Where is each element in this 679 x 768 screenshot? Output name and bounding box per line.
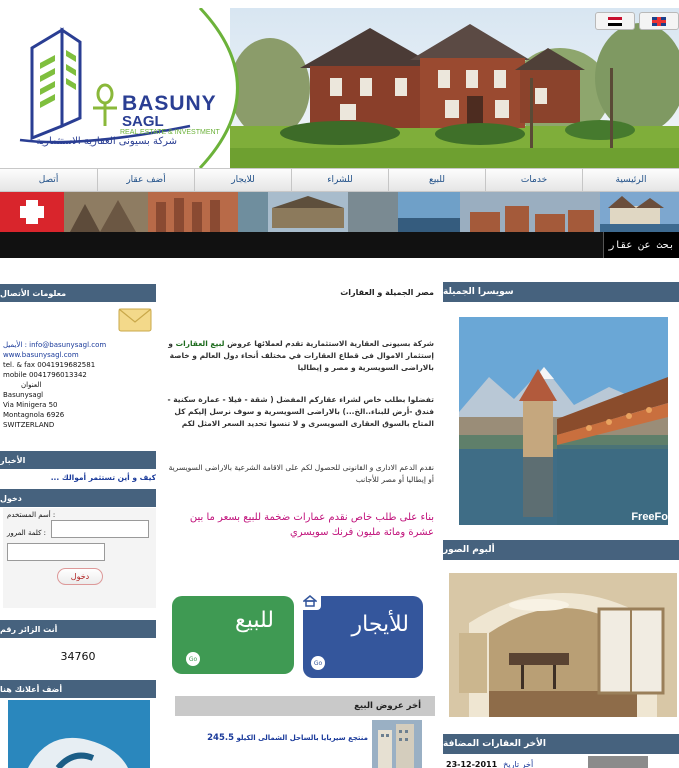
password-field[interactable] [7,543,105,561]
envelope-icon [118,306,152,332]
contact-tel-fax: tel. & fax 0041919682581 [3,361,96,369]
contact-mobile: mobile 0041796013342 [3,371,87,379]
search-property-tab[interactable]: بحث عن عقار [603,232,679,258]
nav-home[interactable]: الرئيسية [582,169,679,191]
contact-address-label: العنوان [21,381,42,389]
latest-sale-item-km: 245.5 [207,733,234,743]
rent-tile-label: للأيجار [351,612,409,637]
latest-sale-thumbnail[interactable] [372,720,422,768]
contact-address-4: SWITZERLAND [3,421,55,429]
logo-arabic: شركة بسيونى العقارية الاستثمارية [36,136,177,147]
uk-flag-icon [652,16,666,26]
logo-tagline: REAL ESTATE & INVESTMENT [120,129,220,136]
contact-info-list: الأيميل : info@basunysagl.com www.basuny… [3,340,153,430]
nav-buy[interactable]: للشراء [291,169,388,191]
logo-sub: SAGL [122,113,164,130]
photo-credit: FreeFo [631,511,668,523]
news-link[interactable]: كيف و أين تستثمر أموالك ... [30,473,156,482]
home-badge-icon [299,592,321,610]
nav-rent[interactable]: للايجار [194,169,291,191]
request-paragraph: تفضلوا بطلب خاص لشراء عقاركم المفضل ( شق… [167,395,434,428]
header-house-photo [230,8,679,168]
login-header: دخول [0,489,156,507]
album-header: ألبوم الصور [443,540,679,560]
nav-add-property[interactable]: أضف عقار [97,169,194,191]
rent-go-button[interactable]: Go [311,656,325,670]
login-button[interactable]: دخول [57,568,103,585]
nav-services[interactable]: خدمات [485,169,582,191]
latest-sale-item[interactable]: منتجع سيريايا بالساحل الشمالى الكيلو 245… [178,733,368,743]
header: BASUNY SAGL REAL ESTATE & INVESTMENT شرك… [0,8,679,168]
latest-sale-header: أخر عروض البيع [175,696,435,716]
latest-properties-header: الأخر العقارات المضافة [443,734,679,754]
main-nav: الرئيسية خدمات للبيع للشراء للايجار أضف … [0,168,679,192]
contact-address-3: Montagnola 6926 [3,411,65,419]
contact-website[interactable]: www.basunysagl.com [3,350,153,360]
latest-date: 23-12-2011 [446,760,498,768]
intro-paragraph: شركة بسيونى العقارية الاستثمارية تقدم لع… [164,338,434,374]
contact-info-header: معلومات الأتصال [0,284,156,302]
password-label: كلمة المرور : [7,529,47,537]
latest-property-date-row: 23-12-2011 أخر تاريخ [446,760,586,768]
ad-image[interactable] [8,700,150,768]
support-paragraph: نقدم الدعم الادارى و القانونى للحصول لكم… [168,463,434,484]
logo-panel[interactable]: BASUNY SAGL REAL ESTATE & INVESTMENT شرك… [0,8,268,168]
login-panel: أسم المستخدم : كلمة المرور : دخول [3,508,156,608]
latest-property-thumbnail[interactable] [588,756,648,768]
sale-go-button[interactable]: Go [186,652,200,666]
nav-sale[interactable]: للبيع [388,169,485,191]
album-photo[interactable] [449,573,677,717]
swiss-lake-photo[interactable]: FreeFo [459,317,668,525]
contact-email[interactable]: الأيميل : info@basunysagl.com [3,340,153,350]
sale-tile[interactable]: للبيع Go [172,596,294,674]
intro-text-a: شركة بسيونى العقارية الاستثمارية تقدم لع… [227,339,434,348]
latest-sale-item-text: منتجع سيريايا بالساحل الشمالى الكيلو [236,734,368,742]
visitor-header: أنت الزائر رقم [0,620,156,638]
center-title: مصر الجميلة و العقارات [340,288,434,297]
contact-address-2: Via Minigera 50 [3,401,58,409]
username-field[interactable] [51,520,149,538]
special-offer-paragraph: بناء على طلب خاص نقدم عمارات ضخمة للبيع … [189,512,434,538]
contact-address-1: Basunysagl [3,391,44,399]
english-flag-button[interactable] [639,12,679,30]
photo-strip [0,192,679,232]
nav-contact[interactable]: أتصل [0,169,97,191]
sale-tile-label: للبيع [235,608,274,633]
username-label: أسم المستخدم : [7,511,56,519]
egypt-flag-icon [608,16,622,26]
ad-header: أضف أعلانك هنا [0,680,156,698]
swiss-header: سويسرا الجميلة [443,282,679,302]
search-bar: بحث عن عقار [0,232,679,258]
sale-properties-link[interactable]: لبيع العقارات [176,339,225,348]
news-header: الأخبار [0,451,156,469]
visitor-count: 34760 [60,650,96,663]
arabic-flag-button[interactable] [595,12,635,30]
rent-tile[interactable]: للأيجار Go [299,592,423,678]
latest-date-label: أخر تاريخ [503,760,534,768]
